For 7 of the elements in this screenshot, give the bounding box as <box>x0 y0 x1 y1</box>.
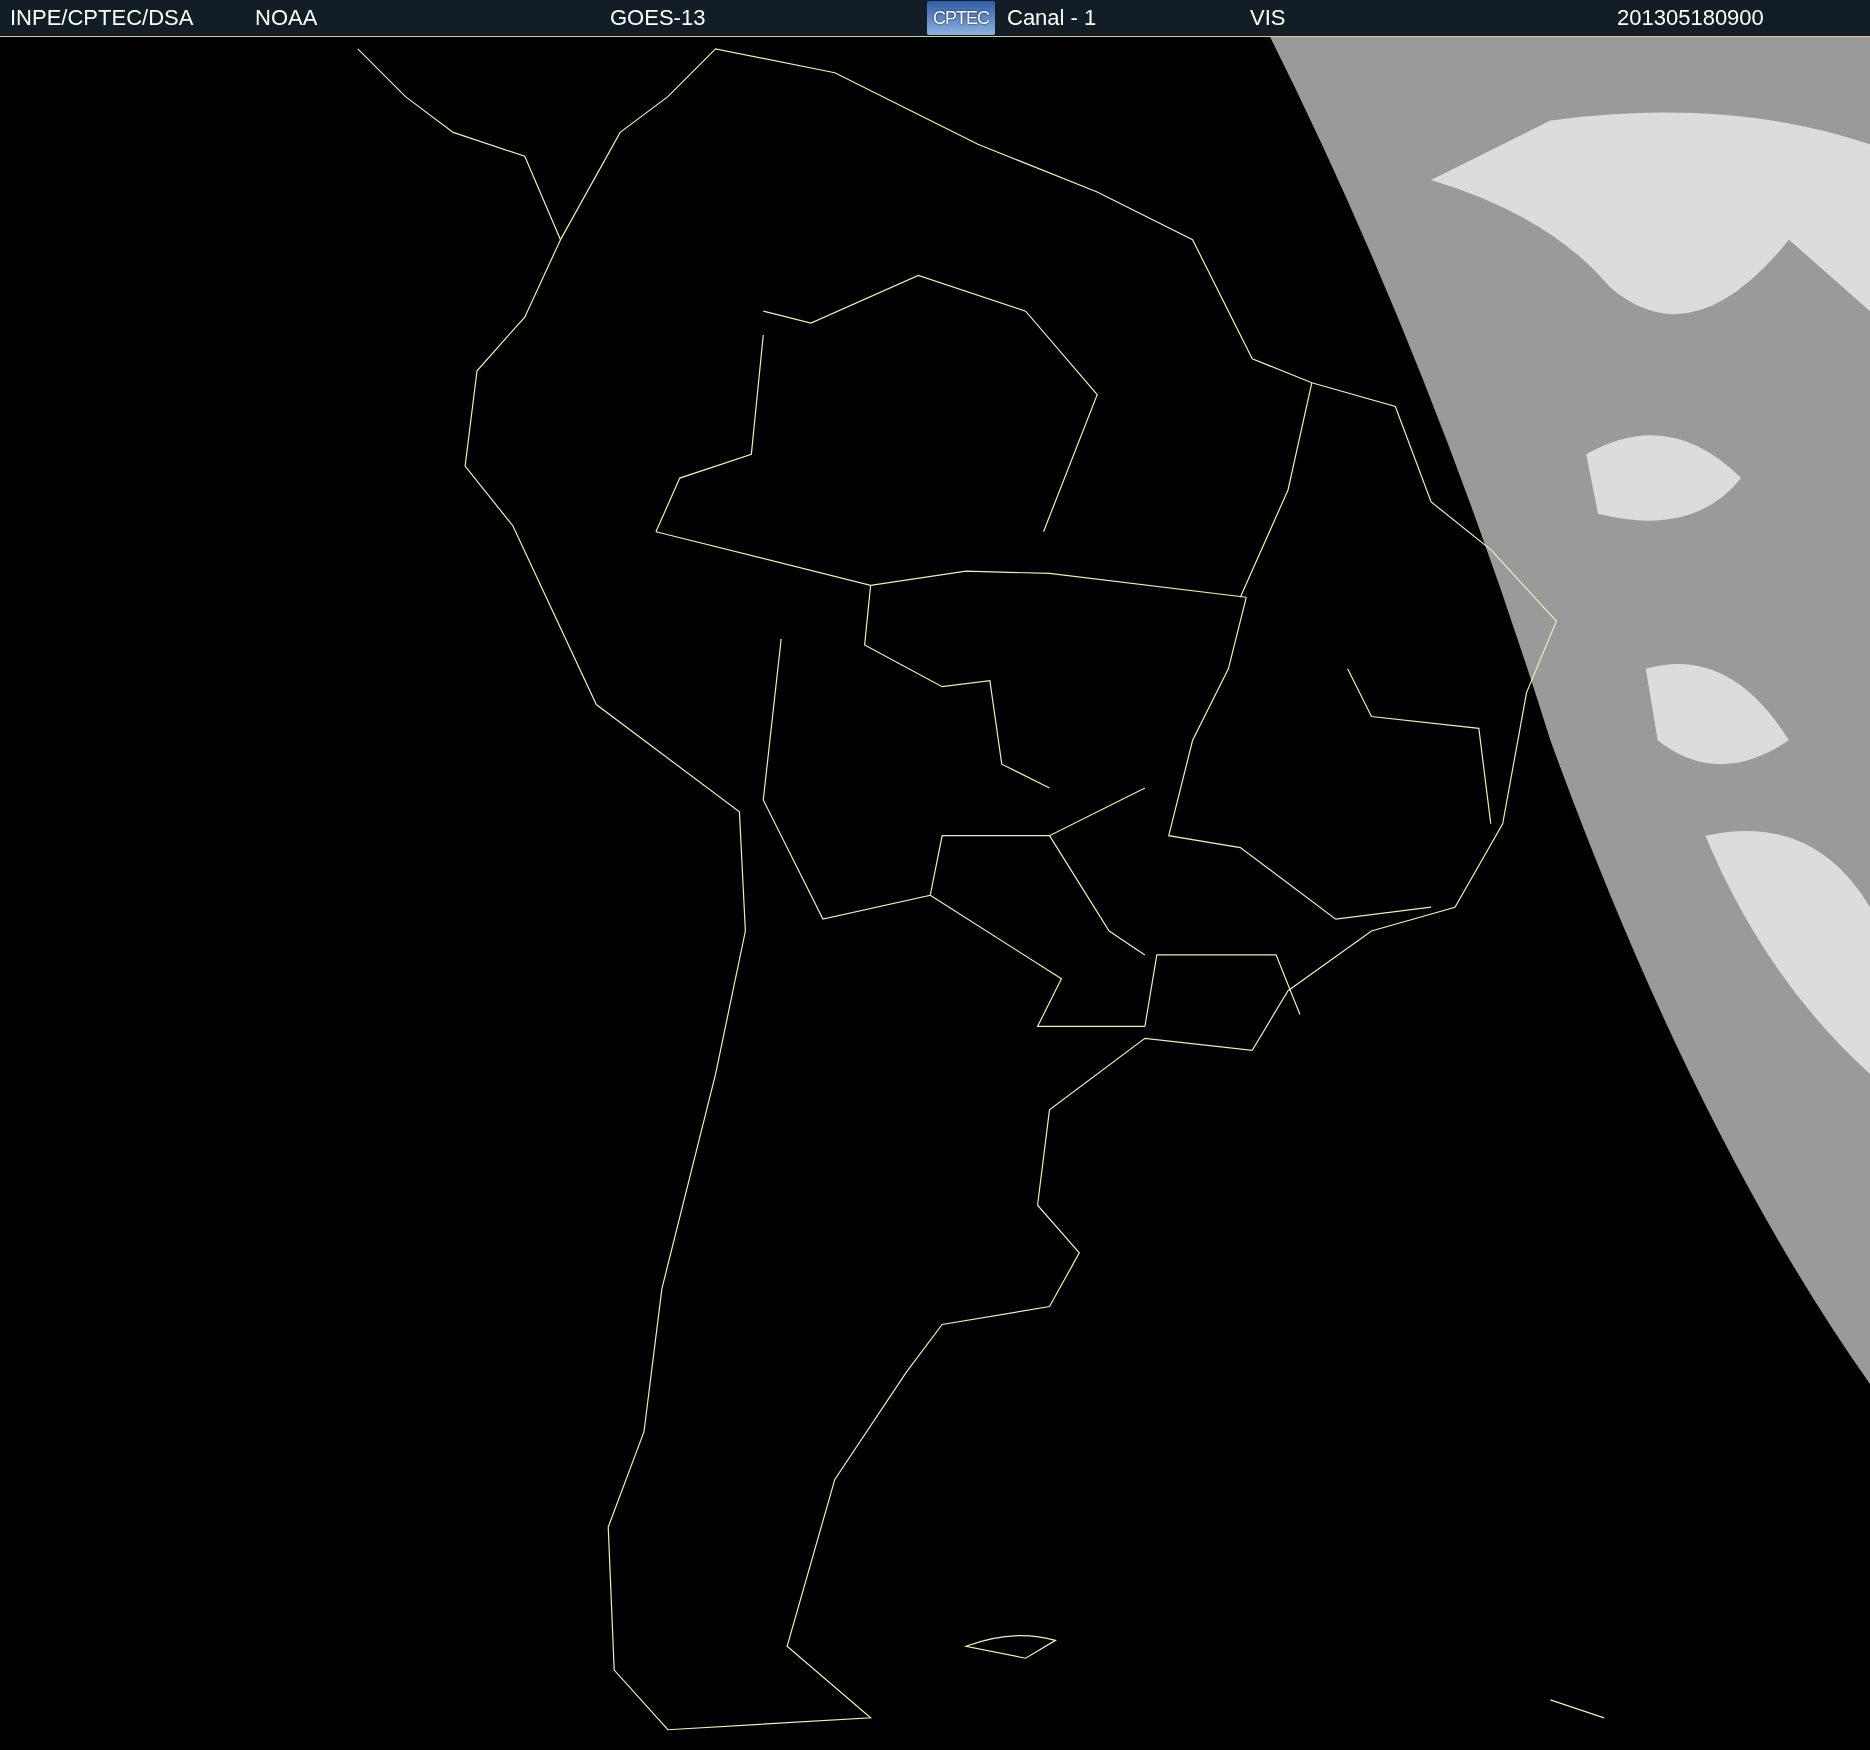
header-label: NOAA <box>255 5 318 31</box>
header-label: GOES-13 <box>610 5 706 31</box>
header-label: INPE/CPTEC/DSA <box>10 5 194 31</box>
logo-text: CPTEC <box>933 7 989 29</box>
header-label: 201305180900 <box>1617 5 1764 31</box>
header-label: VIS <box>1250 5 1286 31</box>
header-label: Canal - 1 <box>1007 5 1097 31</box>
